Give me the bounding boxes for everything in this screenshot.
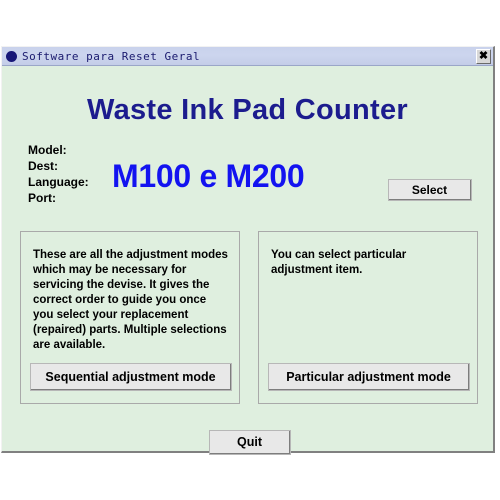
info-label-port: Port:	[28, 191, 56, 205]
particular-description: You can select particular adjustment ite…	[271, 249, 407, 276]
particular-adjustment-mode-button[interactable]: Particular adjustment mode	[268, 363, 470, 391]
app-circle-icon	[6, 50, 17, 62]
select-button[interactable]: Select	[388, 179, 472, 201]
title-bar: Software para Reset Geral ✖	[2, 47, 493, 66]
sequential-adjustment-mode-button[interactable]: Sequential adjustment mode	[30, 363, 232, 391]
application-window: Software para Reset Geral ✖ Waste Ink Pa…	[1, 46, 495, 455]
info-field-list: Model: Dest: Language: Port:	[28, 142, 89, 206]
info-label-language: Language:	[28, 175, 89, 189]
quit-button[interactable]: Quit	[209, 430, 291, 455]
sequential-adjustment-panel: These are all the adjustment modes which…	[20, 231, 240, 404]
client-area: Waste Ink Pad Counter Model: Dest: Langu…	[2, 66, 493, 455]
model-display: M100 e M200	[112, 158, 305, 194]
window-title: Software para Reset Geral	[22, 49, 201, 63]
particular-adjustment-panel: You can select particular adjustment ite…	[258, 231, 478, 404]
sequential-description: These are all the adjustment modes which…	[33, 249, 228, 351]
info-label-model: Model:	[28, 143, 67, 157]
page-title: Waste Ink Pad Counter	[86, 94, 409, 126]
info-label-dest: Dest:	[28, 159, 59, 173]
close-icon[interactable]: ✖	[476, 48, 491, 64]
